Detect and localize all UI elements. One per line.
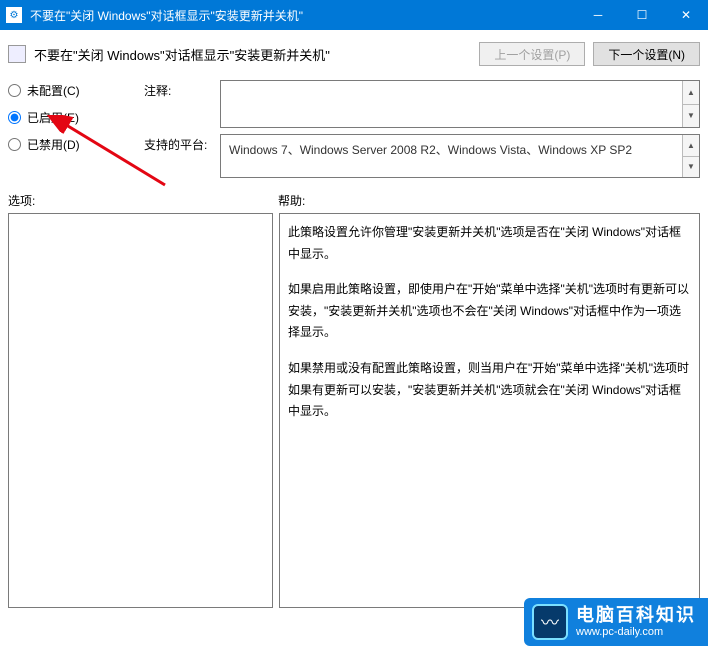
comment-label: 注释: [144,80,214,99]
close-button[interactable]: ✕ [664,0,708,30]
help-text: 此策略设置允许你管理"安装更新并关机"选项是否在"关闭 Windows"对话框中… [288,222,691,423]
radio-enabled[interactable]: 已启用(E) [8,109,128,126]
scroll-up-icon[interactable]: ▲ [682,135,699,156]
scroll-down-icon[interactable]: ▼ [682,156,699,178]
scroll-up-icon[interactable]: ▲ [682,81,699,104]
content-area: 不要在"关闭 Windows"对话框显示"安装更新并关机" 上一个设置(P) 下… [0,30,708,652]
radio-not-configured-input[interactable] [8,84,21,97]
radio-not-configured[interactable]: 未配置(C) [8,82,128,99]
radio-disabled[interactable]: 已禁用(D) [8,136,128,153]
scroll-down-icon[interactable]: ▼ [682,104,699,128]
maximize-button[interactable]: ☐ [620,0,664,30]
prev-setting-button: 上一个设置(P) [479,42,585,66]
next-setting-button[interactable]: 下一个设置(N) [593,42,700,66]
comment-row: 注释: ▲ ▼ [144,80,700,128]
panels: 此策略设置允许你管理"安装更新并关机"选项是否在"关闭 Windows"对话框中… [8,213,700,608]
monitor-icon: 〰 [532,604,568,640]
watermark: 〰 电脑百科知识 www.pc-daily.com [524,598,708,646]
config-row: 未配置(C) 已启用(E) 已禁用(D) 注释: ▲ ▼ [8,80,700,178]
help-panel: 此策略设置允许你管理"安装更新并关机"选项是否在"关闭 Windows"对话框中… [279,213,700,608]
titlebar: ⚙ 不要在"关闭 Windows"对话框显示"安装更新并关机" ─ ☐ ✕ [0,0,708,30]
section-labels: 选项: 帮助: [8,192,700,209]
help-p1: 此策略设置允许你管理"安装更新并关机"选项是否在"关闭 Windows"对话框中… [288,222,691,265]
help-p3: 如果禁用或没有配置此策略设置，则当用户在"开始"菜单中选择"关机"选项时如果有更… [288,358,691,423]
platforms-label: 支持的平台: [144,134,214,153]
settings-icon: ⚙ [6,7,22,23]
radio-disabled-input[interactable] [8,138,21,151]
watermark-text: 电脑百科知识 www.pc-daily.com [576,605,696,640]
fields-column: 注释: ▲ ▼ 支持的平台: Windows 7、Windows Server … [144,80,700,178]
help-label: 帮助: [278,192,305,209]
options-label: 选项: [8,192,278,209]
radio-group: 未配置(C) 已启用(E) 已禁用(D) [8,80,128,178]
options-panel [8,213,273,608]
header-row: 不要在"关闭 Windows"对话框显示"安装更新并关机" 上一个设置(P) 下… [8,38,700,70]
platforms-value: Windows 7、Windows Server 2008 R2、Windows… [229,143,632,157]
comment-textarea[interactable]: ▲ ▼ [220,80,700,128]
policy-icon [8,45,26,63]
help-p2: 如果启用此策略设置，即使用户在"开始"菜单中选择"关机"选项时有更新可以安装，"… [288,279,691,344]
comment-scroll[interactable]: ▲ ▼ [682,81,699,127]
watermark-url: www.pc-daily.com [576,626,696,639]
radio-enabled-input[interactable] [8,111,21,124]
platforms-row: 支持的平台: Windows 7、Windows Server 2008 R2、… [144,134,700,178]
radio-disabled-label: 已禁用(D) [27,136,80,153]
policy-title: 不要在"关闭 Windows"对话框显示"安装更新并关机" [34,45,471,64]
radio-enabled-label: 已启用(E) [27,109,79,126]
watermark-title: 电脑百科知识 [576,605,696,627]
platforms-box: Windows 7、Windows Server 2008 R2、Windows… [220,134,700,178]
window-title: 不要在"关闭 Windows"对话框显示"安装更新并关机" [30,7,576,24]
minimize-button[interactable]: ─ [576,0,620,30]
platforms-scroll[interactable]: ▲ ▼ [682,135,699,177]
radio-not-configured-label: 未配置(C) [27,82,80,99]
